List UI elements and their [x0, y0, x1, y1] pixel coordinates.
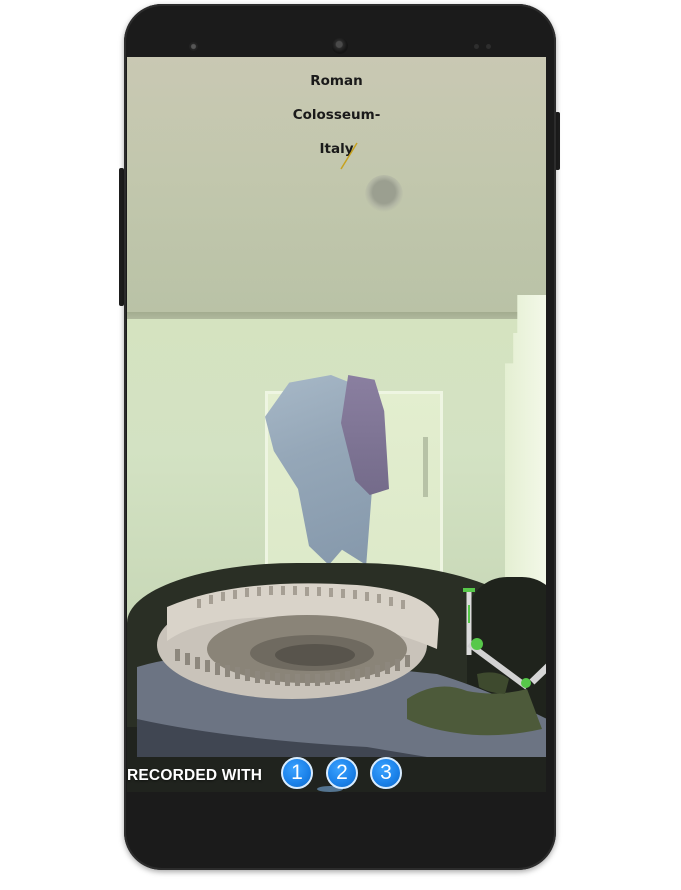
step-3-button[interactable]: 3 — [370, 757, 402, 789]
recorded-with-bar: RECORDED WITH 1 2 3 — [127, 752, 546, 792]
stage: Roman Colosseum- Italy RECORDED WITH 1 2… — [0, 0, 681, 890]
colosseum-3d-model[interactable] — [137, 579, 546, 759]
proximity-sensor-icon — [189, 42, 198, 51]
title-line-2: Colosseum- — [292, 107, 381, 123]
step-1-button[interactable]: 1 — [281, 757, 313, 789]
sensor-dot-icon — [474, 44, 479, 49]
step-2-button[interactable]: 2 — [326, 757, 358, 789]
colosseum-arena-floor — [275, 644, 355, 666]
front-camera-icon — [332, 38, 348, 54]
sensor-dot-icon — [486, 44, 491, 49]
leader-line-icon — [340, 142, 358, 170]
recorded-with-label: RECORDED WITH — [127, 767, 263, 784]
ceiling-light — [365, 175, 403, 213]
door-hinge — [423, 437, 428, 497]
transform-gizmo-icon — [463, 588, 546, 690]
title-line-1: Roman — [310, 73, 363, 89]
